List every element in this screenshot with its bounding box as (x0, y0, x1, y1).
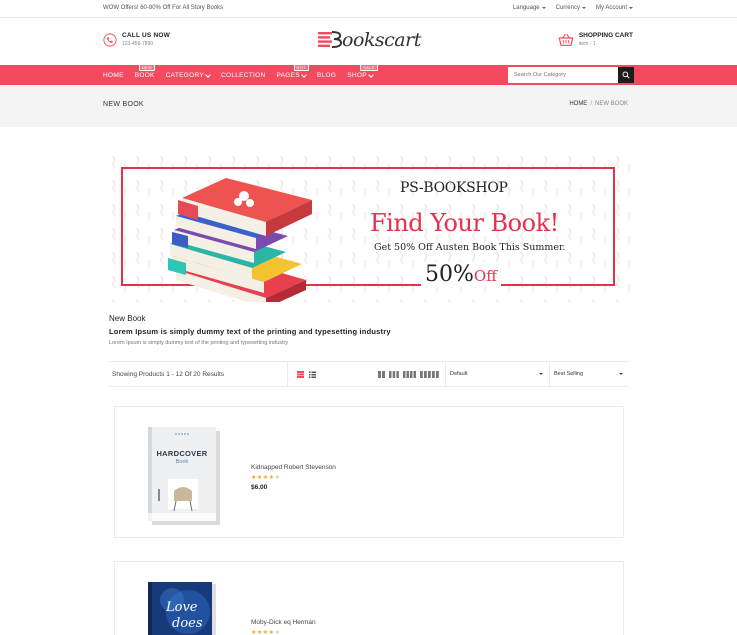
discount-percent: 50% (425, 262, 474, 287)
cover-title: Love (166, 600, 198, 615)
category-info: New Book Lorem Ipsum is simply dummy tex… (109, 314, 391, 346)
top-bar: WOW Offers! 60-80% Off For All Story Boo… (0, 0, 737, 18)
category-title: New Book (109, 314, 146, 323)
account-dropdown[interactable]: My Account (596, 5, 633, 11)
grid-4-icon[interactable] (403, 371, 416, 378)
nav-item-book[interactable]: NEW BOOK (134, 63, 155, 79)
divider (445, 362, 446, 386)
star-empty-icon: ★ (274, 630, 281, 635)
product-card[interactable]: HARDCOVER Book Kidnapped Robert Stevenso… (114, 406, 624, 538)
breadcrumb-current: NEW BOOK (594, 101, 628, 107)
phone-icon (103, 32, 117, 47)
phone-number: 123-456-7890 (122, 41, 154, 47)
category-description: Lorem Ipsum is simply dummy text of the … (109, 340, 289, 346)
cover-title: HARDCOVER (156, 449, 208, 458)
grid-view-icon[interactable] (297, 371, 304, 378)
nav-item-pages[interactable]: HOT PAGES (277, 63, 309, 79)
divider (549, 362, 550, 386)
cover-subtitle: Book (175, 459, 189, 465)
banner-brand: PS-BOOKSHOP (400, 180, 508, 196)
top-menus: Language Currency My Account (513, 5, 633, 11)
logo-b-mark (318, 31, 342, 48)
product-name[interactable]: Kidnapped Robert Stevenson (251, 464, 336, 471)
nav-item-category[interactable]: CATEGORY (166, 72, 210, 79)
call-us-label: CALL US NOW (122, 32, 170, 39)
breadcrumb-bar: NEW BOOK HOME / NEW BOOK (0, 85, 737, 127)
cart-count: item - 1 (578, 41, 596, 47)
site-header: CALL US NOW 123-456-7890 ookscart SHOPPI… (0, 18, 737, 65)
breadcrumb-home[interactable]: HOME (569, 101, 587, 107)
list-view-icon[interactable] (309, 371, 316, 378)
category-banner[interactable]: PS-BOOKSHOP Find Your Book! Get 50% Off … (108, 152, 630, 302)
discount-off: Off (473, 267, 497, 285)
grid-5-icon[interactable] (420, 371, 439, 378)
language-dropdown[interactable]: Language (513, 5, 546, 11)
view-toggle (297, 371, 316, 378)
hot-badge: HOT (293, 63, 309, 71)
nav-item-collection[interactable]: COLLECTION (221, 72, 266, 79)
sale-badge: SALE (360, 63, 378, 71)
grid-columns (378, 371, 439, 378)
main-nav: HOME NEW BOOK CATEGORY COLLECTION HOT PAGE… (0, 63, 737, 85)
product-rating: ★★★★★ (251, 474, 280, 481)
product-price: $6.00 (251, 484, 268, 491)
basket-icon (558, 33, 574, 46)
grid-3-icon[interactable] (389, 371, 399, 378)
book-stack-image (168, 178, 312, 302)
star-empty-icon: ★ (274, 475, 281, 481)
product-image[interactable]: Love does (148, 582, 218, 635)
category-subtitle: Lorem Ipsum is simply dummy text of the … (109, 327, 391, 336)
search-input[interactable] (508, 67, 618, 83)
grid-2-icon[interactable] (378, 371, 385, 378)
page-title: NEW BOOK (103, 101, 144, 108)
results-count: Showing Products 1 - 12 Of 20 Results (112, 371, 225, 378)
new-badge: NEW (138, 63, 155, 71)
search-button[interactable] (618, 67, 634, 83)
search-box (508, 67, 634, 83)
nav-label: BOOK (134, 71, 155, 79)
product-card[interactable]: Love does Moby-Dick eq Herman ★★★★★ (114, 561, 624, 635)
banner-offer: Get 50% Off Austen Book This Summer. (374, 242, 566, 253)
divider (287, 362, 288, 386)
cart-label: SHOPPING CART (578, 32, 633, 39)
product-rating: ★★★★★ (251, 629, 280, 635)
nav-label: COLLECTION (220, 71, 266, 79)
promo-text: WOW Offers! 60-80% Off For All Story Boo… (103, 5, 224, 11)
sort-best-selling-select[interactable]: Best Selling (551, 367, 627, 382)
product-image[interactable]: HARDCOVER Book (148, 427, 220, 530)
nav-label: HOME (103, 71, 124, 79)
nav-item-blog[interactable]: BLOG (317, 72, 336, 79)
search-icon (622, 71, 630, 79)
nav-label: PAGES (277, 72, 306, 79)
site-logo[interactable]: ookscart (318, 29, 421, 51)
nav-label: SHOP (347, 72, 373, 79)
currency-dropdown[interactable]: Currency (556, 5, 586, 11)
breadcrumb-separator: / (590, 101, 592, 107)
banner-discount: 50%Off (421, 262, 501, 287)
sort-default-select[interactable]: Default (447, 367, 547, 382)
logo-text: ookscart (342, 29, 421, 51)
nav-label: BLOG (316, 71, 337, 79)
product-name[interactable]: Moby-Dick eq Herman (251, 619, 316, 626)
nav-label: CATEGORY (166, 72, 210, 79)
nav-item-home[interactable]: HOME (103, 72, 124, 79)
nav-item-shop[interactable]: SALE SHOP (347, 63, 378, 79)
call-us[interactable]: CALL US NOW 123-456-7890 (103, 32, 170, 47)
breadcrumb: HOME / NEW BOOK (569, 101, 628, 107)
banner-headline: Find Your Book! (370, 209, 559, 237)
book-cover-image (148, 427, 220, 525)
shopping-cart[interactable]: SHOPPING CART item - 1 (558, 32, 633, 47)
product-toolbar: Showing Products 1 - 12 Of 20 Results De… (109, 361, 629, 387)
cover-subtitle: does (172, 616, 203, 631)
